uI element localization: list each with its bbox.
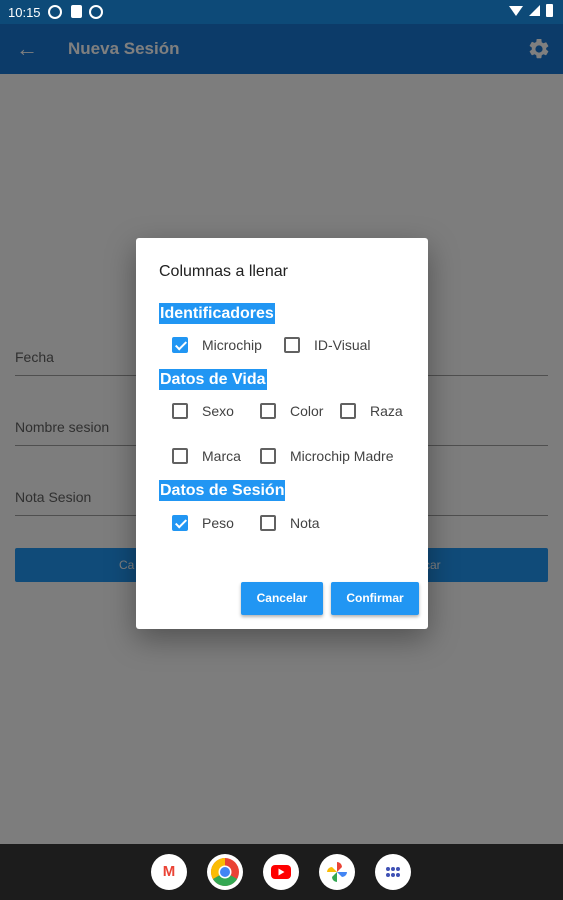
checkbox-icon[interactable] <box>340 403 356 419</box>
section-header-datos-de-sesion: Datos de Sesión <box>159 480 286 501</box>
app-grid-icon <box>386 867 400 877</box>
confirm-button[interactable]: Confirmar <box>331 582 419 615</box>
checkbox-icon[interactable] <box>172 448 188 464</box>
option-label: Microchip Madre <box>290 448 394 464</box>
section-header-datos-de-vida: Datos de Vida <box>159 369 267 390</box>
chrome-logo <box>211 858 239 886</box>
photos-logo <box>327 862 347 882</box>
status-bar: 10:15 <box>0 0 563 24</box>
option-marca[interactable]: Marca <box>172 447 241 465</box>
checkbox-icon[interactable] <box>260 403 276 419</box>
checkbox-icon[interactable] <box>260 448 276 464</box>
gmail-icon[interactable]: M <box>151 854 187 890</box>
option-label: Marca <box>202 448 241 464</box>
battery-icon <box>546 4 553 17</box>
dialog-title: Columnas a llenar <box>159 263 288 280</box>
gmail-glyph: M <box>162 863 176 880</box>
photos-icon[interactable] <box>319 854 355 890</box>
option-sexo[interactable]: Sexo <box>172 402 234 420</box>
option-color[interactable]: Color <box>260 402 323 420</box>
youtube-logo <box>271 865 291 879</box>
cancel-button[interactable]: Cancelar <box>241 582 323 615</box>
option-microchip[interactable]: Microchip <box>172 336 262 354</box>
taskbar-dock: M <box>0 844 563 900</box>
chrome-icon[interactable] <box>207 854 243 890</box>
option-id-visual[interactable]: ID-Visual <box>284 336 371 354</box>
option-peso[interactable]: Peso <box>172 514 234 532</box>
option-label: Microchip <box>202 337 262 353</box>
sd-card-icon <box>71 5 82 18</box>
status-time: 10:15 <box>8 5 41 20</box>
wifi-icon <box>509 5 523 16</box>
option-label: ID-Visual <box>314 337 371 353</box>
columns-dialog: Columnas a llenar Identificadores Microc… <box>136 238 428 629</box>
checkbox-checked-icon[interactable] <box>172 337 188 353</box>
notification-icon <box>48 5 62 19</box>
option-label: Peso <box>202 515 234 531</box>
option-label: Color <box>290 403 324 419</box>
checkbox-icon[interactable] <box>172 403 188 419</box>
status-indicators <box>509 4 553 17</box>
option-label: Sexo <box>202 403 234 419</box>
signal-icon <box>529 5 540 16</box>
checkbox-icon[interactable] <box>284 337 300 353</box>
option-nota[interactable]: Nota <box>260 514 320 532</box>
option-label: Raza <box>370 403 403 419</box>
section-header-identificadores: Identificadores <box>159 303 275 324</box>
option-microchip-madre[interactable]: Microchip Madre <box>260 447 393 465</box>
app-drawer-icon[interactable] <box>375 854 411 890</box>
youtube-icon[interactable] <box>263 854 299 890</box>
option-label: Nota <box>290 515 320 531</box>
checkbox-icon[interactable] <box>260 515 276 531</box>
checkbox-checked-icon[interactable] <box>172 515 188 531</box>
option-raza[interactable]: Raza <box>340 402 403 420</box>
notification-icon <box>89 5 103 19</box>
